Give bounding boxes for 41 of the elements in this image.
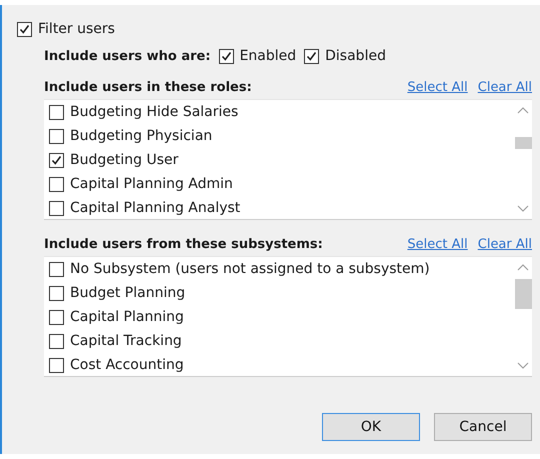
- checkbox[interactable]: [218, 48, 234, 64]
- checkbox[interactable]: [49, 128, 64, 144]
- checkbox[interactable]: [49, 310, 64, 324]
- list-item-label[interactable]: Budgeting User: [70, 152, 178, 168]
- checkbox[interactable]: [17, 22, 32, 36]
- list-item-label[interactable]: Budgeting Hide Salaries: [70, 104, 238, 120]
- select-all-link[interactable]: Select All: [407, 80, 468, 95]
- checkbox[interactable]: [49, 262, 64, 276]
- scrollbar-thumb[interactable]: [515, 279, 532, 309]
- checkbox[interactable]: [304, 48, 320, 64]
- list-item-label[interactable]: Capital Tracking: [70, 333, 182, 349]
- scrollbar-thumb[interactable]: [515, 137, 532, 149]
- select-all-link[interactable]: Select All: [407, 237, 468, 252]
- section-label: Include users in these roles:: [44, 80, 252, 95]
- list-item-label[interactable]: Capital Planning: [70, 309, 184, 325]
- status-label: Include users who are:: [44, 48, 211, 64]
- chevron-up-icon[interactable]: [517, 263, 529, 271]
- clear-all-link[interactable]: Clear All: [478, 80, 532, 95]
- list-item-label[interactable]: No Subsystem (users not assigned to a subsystem): [70, 261, 430, 277]
- checkbox-label[interactable]: Disabled: [325, 48, 386, 64]
- list-item-label[interactable]: Budget Planning: [70, 285, 186, 301]
- checkbox[interactable]: [49, 200, 64, 216]
- cancel-button[interactable]: Cancel: [434, 413, 532, 441]
- chevron-down-icon[interactable]: [517, 362, 529, 370]
- checkbox[interactable]: [49, 176, 64, 192]
- chevron-up-icon[interactable]: [517, 106, 529, 114]
- clear-all-link[interactable]: Clear All: [478, 237, 532, 252]
- list-item-label[interactable]: Budgeting Physician: [70, 128, 212, 144]
- ok-button[interactable]: OK: [322, 413, 420, 441]
- checkbox[interactable]: [49, 286, 64, 300]
- section-label: Include users from these subsystems:: [44, 237, 323, 252]
- checkbox[interactable]: [49, 152, 64, 168]
- list-item-label[interactable]: Capital Planning Analyst: [70, 200, 240, 216]
- chevron-down-icon[interactable]: [517, 205, 529, 213]
- checkbox[interactable]: [49, 334, 64, 348]
- checkbox-label[interactable]: Filter users: [38, 21, 115, 37]
- list-item-label[interactable]: Capital Planning Admin: [70, 176, 233, 192]
- checkbox[interactable]: [49, 104, 64, 120]
- checkbox-label[interactable]: Enabled: [240, 48, 296, 64]
- list-item-label[interactable]: Cost Accounting: [70, 357, 184, 373]
- checkbox[interactable]: [49, 358, 64, 372]
